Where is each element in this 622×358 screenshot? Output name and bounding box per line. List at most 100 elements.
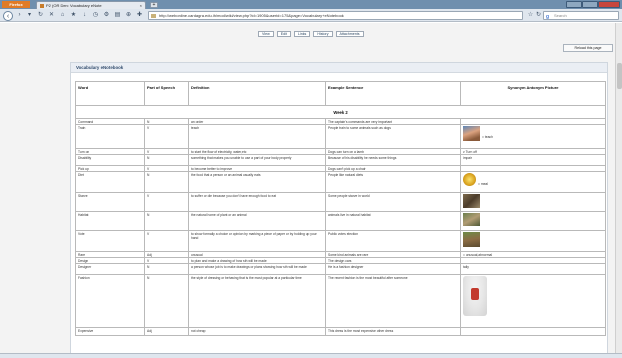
dropdown-icon[interactable]: ▾ — [26, 12, 33, 19]
settings-icon[interactable]: ⚙ — [103, 12, 110, 19]
table-row: Fashion Nthe style of dressing or behavin… — [75, 274, 606, 328]
cell-ex: Public votes election — [325, 230, 461, 252]
cell-ex: He is a fashion designer — [325, 263, 461, 275]
site-identity-icon[interactable] — [151, 14, 156, 18]
table-row: Starve Vto suffer or die because you don'… — [75, 192, 606, 212]
scrollbar-thumb[interactable] — [617, 63, 622, 89]
vocab-picture — [463, 212, 480, 226]
reload-page-button[interactable]: Reload this page — [563, 44, 613, 52]
panel-title: Vocabulary eNotebook — [71, 63, 607, 73]
maximize-button[interactable] — [582, 1, 598, 8]
table-body: Command Nan order The captain's commands a… — [75, 118, 606, 336]
vocab-picture — [463, 125, 480, 141]
cell-word: Diet — [75, 171, 145, 193]
cell-syn — [460, 327, 606, 336]
cell-ex: People like natural diets — [325, 171, 461, 193]
download-icon[interactable]: ↓ — [81, 12, 88, 19]
url-text: http://webonline.cardagra.edu.ih/mod/wik… — [159, 13, 344, 18]
cell-ex: This dress is the most expensive other d… — [325, 327, 461, 336]
stop-icon[interactable]: ✕ — [48, 12, 55, 19]
cell-word: Expensive — [75, 327, 145, 336]
tab-links[interactable]: Links — [293, 31, 311, 37]
tab-history[interactable]: History — [313, 31, 333, 37]
cell-def: to suffer or die because you don't have … — [188, 192, 326, 212]
table-row: Diet Nthe food that a person or an animal… — [75, 171, 606, 193]
close-tab-icon[interactable]: × — [140, 2, 142, 9]
tab-edit[interactable]: Edit — [276, 31, 291, 37]
table-row: Expensive Adj not cheap This dress is the m… — [75, 327, 606, 336]
browser-tab[interactable]: P2 (OR Den: Vocabulary eNote × — [36, 1, 146, 9]
header-word: Word — [75, 81, 145, 106]
search-box[interactable]: g Search — [543, 11, 619, 20]
favicon-icon — [40, 4, 44, 8]
navigation-bar: ‹ › ▾ ↻ ✕ ⌂ ★ ↓ ◷ ⚙ ▤ ⊕ ✚ http://webonli… — [0, 9, 622, 22]
vocab-picture — [463, 172, 476, 186]
status-bar — [0, 353, 622, 358]
cell-word: Vote — [75, 230, 145, 252]
firefox-menu-button[interactable]: Firefox — [2, 1, 30, 8]
reload-icon[interactable]: ↻ — [37, 12, 44, 19]
tab-view[interactable]: View — [258, 31, 274, 37]
search-engine-icon[interactable]: g — [546, 13, 549, 21]
close-window-button[interactable] — [598, 1, 620, 8]
vocab-picture — [463, 275, 487, 316]
wiki-panel: Vocabulary eNotebook Word Part of Speech… — [70, 62, 608, 353]
cell-syn-text: = meal — [478, 181, 488, 186]
cell-ex: Because of his disability he needs some … — [325, 154, 461, 166]
back-arrow-icon[interactable]: ‹ — [3, 10, 13, 21]
print-icon[interactable]: ▤ — [114, 12, 121, 19]
cell-syn — [460, 274, 606, 328]
cell-pos: N — [144, 274, 189, 328]
vocabulary-table: Word Part of Speech Definition Example S… — [75, 81, 606, 336]
cell-def: a person whose job is to make drawings o… — [188, 263, 326, 275]
header-synonym: Synonym Antonym Picture — [460, 81, 606, 106]
zoom-icon[interactable]: ⊕ — [125, 12, 132, 19]
header-example: Example Sentence — [325, 81, 461, 106]
cell-word: Fashion — [75, 274, 145, 328]
new-tab-button[interactable]: + — [150, 2, 158, 8]
cell-ex: Some people starve in world — [325, 192, 461, 212]
cell-pos: N — [144, 154, 189, 166]
cell-syn — [460, 230, 606, 252]
cell-def: to show formally a choice or opinion by … — [188, 230, 326, 252]
header-definition: Definition — [188, 81, 326, 106]
cell-pos: V — [144, 124, 189, 149]
vocab-picture — [463, 193, 480, 208]
cell-pos: Adj — [144, 327, 189, 336]
table-row: Habitat Nthe natural home of plant or an … — [75, 211, 606, 231]
cell-pos: V — [144, 230, 189, 252]
page-content: View Edit Links History Attachments Reload t… — [0, 23, 615, 353]
cell-def: the natural home of plant or an animal — [188, 211, 326, 231]
minimize-button[interactable] — [566, 1, 582, 8]
vertical-scrollbar[interactable] — [615, 23, 622, 353]
forward-arrow-icon[interactable]: › — [16, 12, 23, 19]
cell-word: Designer — [75, 263, 145, 275]
cell-def: teach — [188, 124, 326, 149]
addon-icon[interactable]: ✚ — [136, 12, 143, 19]
table-header-row: Word Part of Speech Definition Example S… — [75, 81, 606, 106]
cell-ex: People train to some animals such as dog… — [325, 124, 461, 149]
cell-syn — [460, 192, 606, 212]
vocab-picture — [463, 231, 480, 247]
cell-pos: N — [144, 263, 189, 275]
table-row: Train Vteach People train to some animals … — [75, 124, 606, 149]
home-icon[interactable]: ⌂ — [59, 12, 66, 19]
refresh-small-icon[interactable]: ↻ — [535, 12, 542, 19]
cell-syn — [460, 211, 606, 231]
cell-syn: = meal — [460, 171, 606, 193]
bookmark-icon[interactable]: ★ — [70, 12, 77, 19]
cell-word: Habitat — [75, 211, 145, 231]
star-bookmark-icon[interactable]: ☆ — [527, 12, 534, 19]
table-row: Designer Na person whose job is to make d… — [75, 263, 606, 275]
address-bar[interactable]: http://webonline.cardagra.edu.ih/mod/wik… — [148, 11, 523, 20]
tab-title: P2 (OR Den: Vocabulary eNote — [46, 3, 102, 8]
cell-pos: V — [144, 192, 189, 212]
header-pos: Part of Speech — [144, 81, 189, 106]
tab-attachments[interactable]: Attachments — [335, 31, 364, 37]
search-placeholder: Search — [554, 13, 567, 18]
table-row: Disability Nsomething that makes you unab… — [75, 154, 606, 166]
cell-word: Disability — [75, 154, 145, 166]
cell-word: Train — [75, 124, 145, 149]
week-label: Week 2 — [75, 105, 606, 119]
history-icon[interactable]: ◷ — [92, 12, 99, 19]
